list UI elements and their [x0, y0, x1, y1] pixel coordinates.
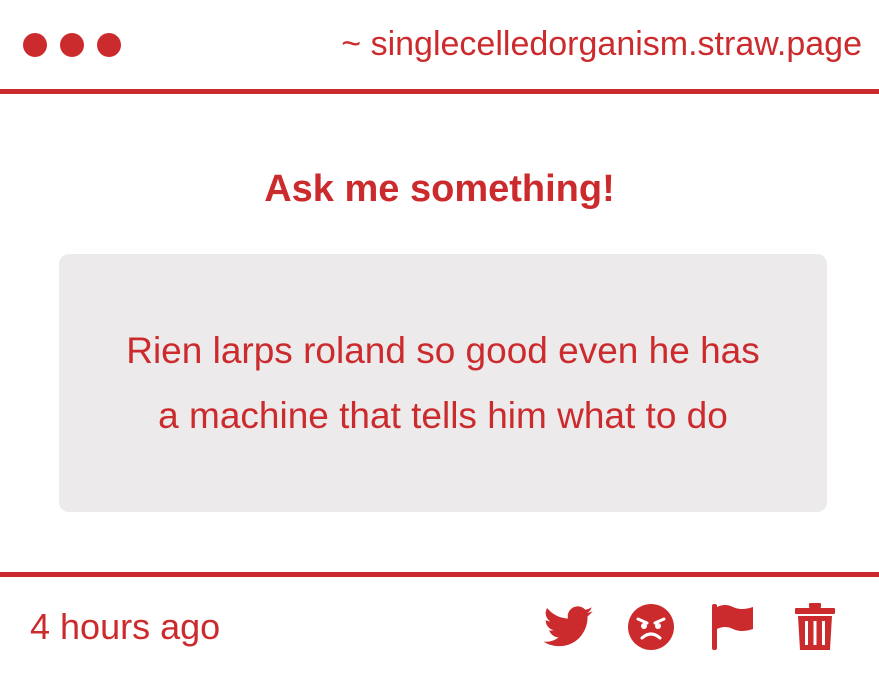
report-button[interactable]: [707, 601, 759, 653]
action-bar: [543, 601, 841, 653]
angry-face-icon: [628, 604, 674, 650]
page-title: Ask me something!: [264, 168, 615, 210]
window-dot-3[interactable]: [97, 33, 121, 57]
trash-icon: [795, 603, 835, 650]
react-angry-button[interactable]: [625, 601, 677, 653]
timestamp: 4 hours ago: [30, 606, 221, 647]
delete-button[interactable]: [789, 601, 841, 653]
page-url[interactable]: ~ singlecelledorganism.straw.page: [341, 22, 862, 66]
flag-icon: [712, 604, 753, 650]
window-controls: [23, 33, 121, 57]
footer-divider: [0, 572, 879, 577]
window-dot-2[interactable]: [60, 33, 84, 57]
header-divider: [0, 89, 879, 94]
twitter-icon: [544, 606, 594, 647]
window-dot-1[interactable]: [23, 33, 47, 57]
twitter-share-button[interactable]: [543, 601, 595, 653]
question-text: Rien larps roland so good even he has a …: [126, 330, 760, 436]
window-header: ~ singlecelledorganism.straw.page: [0, 0, 879, 90]
question-card: Rien larps roland so good even he has a …: [59, 254, 827, 512]
